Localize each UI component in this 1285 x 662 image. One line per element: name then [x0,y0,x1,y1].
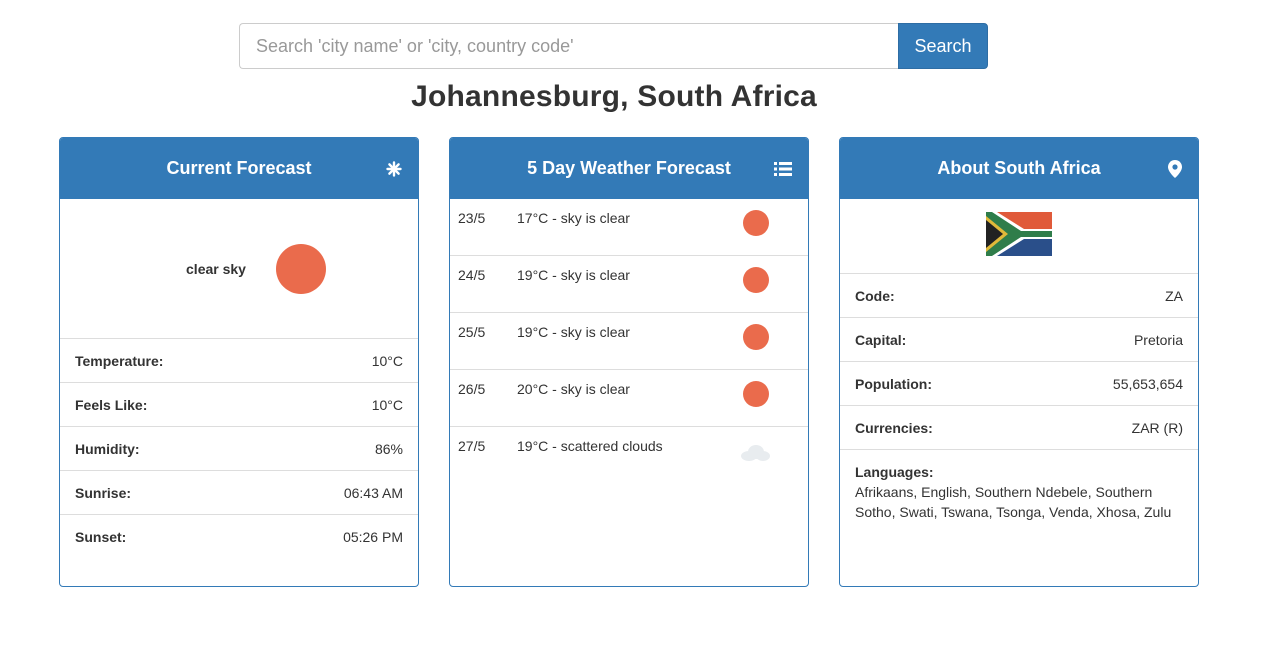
feels-like-row: Feels Like: 10°C [60,383,418,427]
row-value: 86% [374,440,403,457]
row-label: Population: [855,375,932,392]
row-label: Temperature: [75,352,164,369]
forecast-row: 24/5 19°C - sky is clear [450,256,808,313]
about-country-panel: About South Africa Code: ZA Capital: Pre… [839,137,1199,587]
current-forecast-panel: Current Forecast clear sky Temperature: … [59,137,419,587]
list-icon [774,161,792,177]
sun-icon [275,243,326,294]
forecast-row: 27/5 19°C - scattered clouds [450,427,808,484]
row-label: Sunrise: [75,484,132,501]
forecast-row: 25/5 19°C - sky is clear [450,313,808,370]
row-label: Capital: [855,331,907,348]
forecast-summary: 19°C - scattered clouds [517,438,663,454]
search-bar: Search [239,23,988,69]
about-country-title: About South Africa [937,158,1101,178]
row-value: 10°C [371,396,403,413]
forecast-date: 26/5 [458,381,486,397]
humidity-row: Humidity: 86% [60,427,418,471]
sunrise-row: Sunrise: 06:43 AM [60,471,418,515]
forecast-summary: 20°C - sky is clear [517,381,630,397]
forecast-summary: 19°C - sky is clear [517,324,630,340]
population-row: Population: 55,653,654 [840,362,1198,406]
row-label: Feels Like: [75,396,148,413]
row-value: 55,653,654 [1112,375,1183,392]
row-value: 06:43 AM [343,484,403,501]
temperature-row: Temperature: 10°C [60,339,418,383]
code-row: Code: ZA [840,274,1198,318]
row-value: 10°C [371,352,403,369]
snowflake-icon [386,160,402,177]
languages-value: Afrikaans, English, Southern Ndebele, So… [855,484,1172,520]
capital-row: Capital: Pretoria [840,318,1198,362]
row-label: Currencies: [855,419,933,436]
sun-icon [743,381,769,407]
five-day-forecast-heading: 5 Day Weather Forecast [450,138,808,199]
cloud-icon [739,444,771,462]
row-value: Pretoria [1133,331,1183,348]
forecast-date: 23/5 [458,210,486,226]
current-summary: clear sky [60,199,418,339]
search-button[interactable]: Search [898,23,988,69]
sun-icon [743,210,769,236]
map-marker-icon [1168,159,1182,178]
forecast-date: 27/5 [458,438,486,454]
forecast-date: 24/5 [458,267,486,283]
location-title: Johannesburg, South Africa [411,80,817,113]
five-day-forecast-panel: 5 Day Weather Forecast 23/5 17°C - sky i… [449,137,809,587]
forecast-date: 25/5 [458,324,486,340]
forecast-summary: 19°C - sky is clear [517,267,630,283]
about-country-heading: About South Africa [840,138,1198,199]
languages-label: Languages: [855,464,934,480]
forecast-row: 23/5 17°C - sky is clear [450,199,808,256]
row-label: Humidity: [75,440,140,457]
row-label: Sunset: [75,529,127,545]
search-input[interactable] [239,23,898,69]
row-value: 05:26 PM [343,529,403,545]
five-day-forecast-title: 5 Day Weather Forecast [527,158,731,178]
row-label: Code: [855,287,895,304]
forecast-row: 26/5 20°C - sky is clear [450,370,808,427]
row-value: ZAR (R) [1131,419,1183,436]
forecast-summary: 17°C - sky is clear [517,210,630,226]
current-description: clear sky [186,260,246,277]
currencies-row: Currencies: ZAR (R) [840,406,1198,450]
languages-block: Languages: Afrikaans, English, Southern … [840,450,1198,534]
current-forecast-title: Current Forecast [166,158,312,178]
current-forecast-heading: Current Forecast [60,138,418,199]
south-africa-flag [986,211,1052,261]
flag-row [840,199,1198,274]
sunset-row: Sunset: 05:26 PM [60,515,418,559]
row-value: ZA [1165,287,1183,304]
sun-icon [743,324,769,350]
sun-icon [743,267,769,293]
